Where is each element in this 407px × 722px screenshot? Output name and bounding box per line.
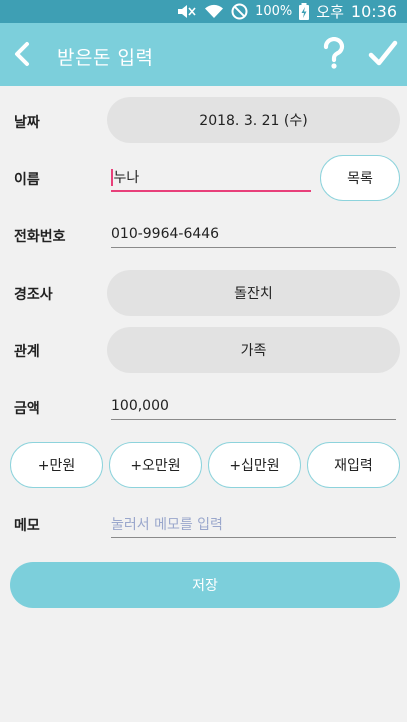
done-button[interactable]	[368, 38, 398, 70]
amount-field[interactable]: 100,000	[111, 392, 396, 420]
add-50000-label: +오만원	[130, 458, 181, 474]
amount-label: 금액	[14, 401, 40, 417]
contact-list-label: 목록	[347, 171, 373, 187]
status-clock: 10:36	[350, 2, 397, 21]
date-value: 2018. 3. 21 (수)	[199, 113, 308, 129]
do-not-disturb-icon	[231, 3, 248, 20]
reset-amount-label: 재입력	[334, 458, 373, 474]
reset-amount-button[interactable]: 재입력	[307, 442, 400, 488]
name-field[interactable]: 누나	[111, 164, 311, 192]
help-button[interactable]	[321, 37, 347, 71]
status-bar: 100% 오후 10:36	[0, 0, 407, 23]
phone-value: 010-9964-6446	[111, 225, 220, 242]
text-cursor	[111, 168, 113, 186]
date-label: 날짜	[14, 115, 40, 131]
memo-label: 메모	[14, 518, 40, 534]
relation-value: 가족	[240, 343, 267, 359]
question-mark-icon	[323, 37, 345, 69]
relation-select-button[interactable]: 가족	[107, 327, 400, 373]
mute-icon	[177, 4, 197, 19]
phone-label: 전화번호	[14, 229, 66, 245]
back-button[interactable]	[8, 39, 38, 69]
wifi-icon	[204, 4, 224, 19]
memo-placeholder: 눌러서 메모를 입력	[111, 516, 223, 533]
add-100000-label: +십만원	[229, 458, 280, 474]
save-button[interactable]: 저장	[10, 562, 400, 608]
battery-percent: 100%	[255, 4, 293, 19]
event-value: 돌잔치	[234, 286, 273, 302]
app-bar: 받은돈 입력	[0, 23, 407, 86]
chevron-left-icon	[15, 42, 29, 66]
memo-field[interactable]: 눌러서 메모를 입력	[111, 510, 396, 538]
page-title: 받은돈 입력	[57, 47, 154, 69]
contact-list-button[interactable]: 목록	[320, 155, 400, 201]
name-value: 누나	[113, 170, 140, 186]
event-select-button[interactable]: 돌잔치	[107, 270, 400, 316]
battery-charging-icon	[299, 3, 310, 20]
amount-value: 100,000	[111, 397, 169, 414]
checkmark-icon	[368, 40, 398, 66]
phone-field[interactable]: 010-9964-6446	[111, 220, 396, 248]
add-10000-label: +만원	[37, 458, 76, 474]
save-label: 저장	[192, 578, 218, 594]
event-label: 경조사	[14, 287, 53, 303]
status-ampm: 오후	[316, 3, 344, 21]
add-10000-button[interactable]: +만원	[10, 442, 103, 488]
date-picker-button[interactable]: 2018. 3. 21 (수)	[107, 97, 400, 143]
relation-label: 관계	[14, 344, 40, 360]
name-label: 이름	[14, 172, 40, 188]
add-50000-button[interactable]: +오만원	[109, 442, 202, 488]
add-100000-button[interactable]: +십만원	[208, 442, 301, 488]
